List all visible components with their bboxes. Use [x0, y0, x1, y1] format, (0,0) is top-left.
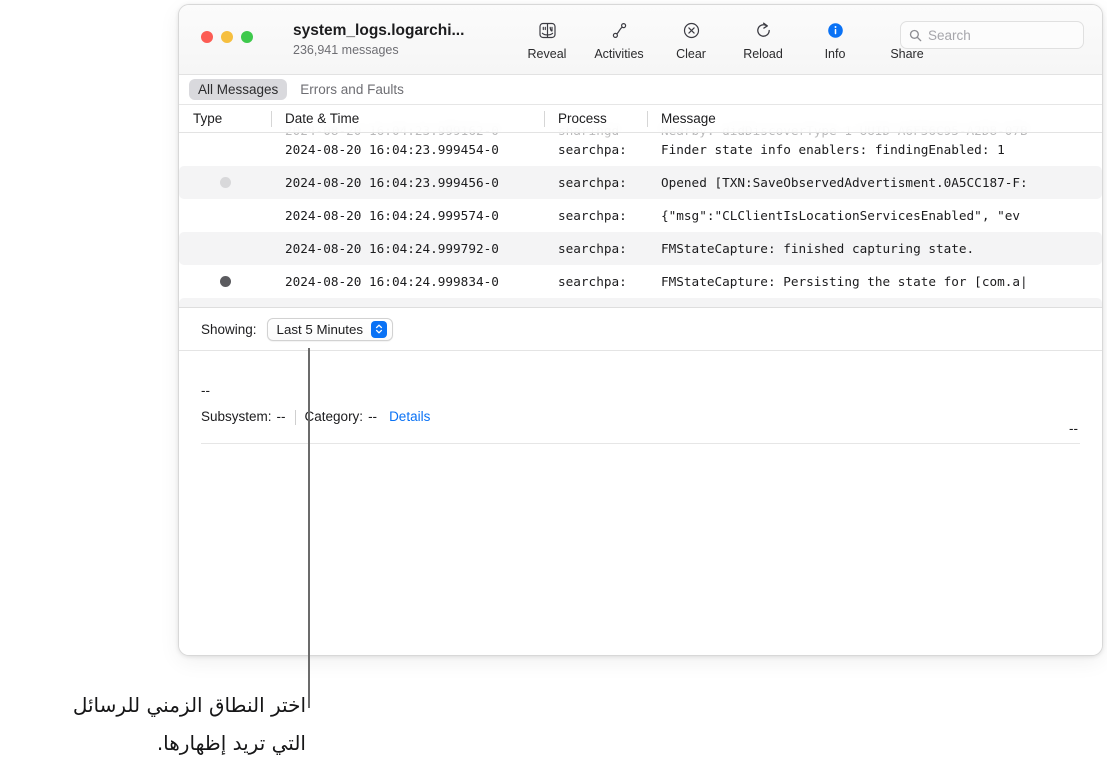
datetime-cell: 2024-08-20 16:04:24.999834-0: [285, 274, 499, 289]
type-dot-dark: [219, 276, 231, 287]
detail-metadata: Subsystem: -- Category: -- Details: [179, 407, 1102, 427]
traffic-lights: [201, 31, 253, 43]
datetime-cell: 2024-08-20 16:04:23.999456-0: [285, 175, 499, 190]
activities-path-icon: [610, 17, 629, 43]
info-button[interactable]: Info: [799, 17, 871, 62]
detail-category-value: --: [368, 409, 378, 424]
clear-button[interactable]: Clear: [655, 17, 727, 62]
message-count: 236,941 messages: [293, 43, 399, 57]
message-filter-tabs: All Messages Errors and Faults: [179, 75, 1102, 105]
column-header-message[interactable]: Message: [647, 105, 1102, 133]
datetime-cell: 2024-08-20 16:04:24.999792-0: [285, 241, 499, 256]
reveal-button[interactable]: Reveal: [511, 17, 583, 62]
callout-caption-line2: التي تريد إظهارها.: [156, 731, 306, 755]
callout-caption-line1: اختر النطاق الزمني للرسائل: [72, 693, 306, 717]
activities-label: Activities: [594, 47, 644, 61]
time-range-value: Last 5 Minutes: [276, 321, 364, 337]
message-cell: Finder state info enablers: findingEnabl…: [661, 142, 1005, 157]
metadata-divider: [294, 409, 296, 425]
detail-subsystem-value: --: [276, 409, 286, 424]
detail-pane: -- Subsystem: -- Category: -- Details --: [179, 351, 1102, 655]
detail-subsystem-label: Subsystem:: [201, 409, 272, 424]
message-cell: FMStateCapture: finished capturing state…: [661, 241, 975, 256]
table-row[interactable]: 2024-08-20 16:04:24.999834-0 searchpa: F…: [179, 265, 1102, 298]
showing-bar: Showing: Last 5 Minutes: [179, 307, 1102, 351]
reload-button[interactable]: Reload: [727, 17, 799, 62]
minimize-button[interactable]: [221, 31, 233, 43]
table-row[interactable]: 2024-08-20 16:04:24.999792-0 searchpa: F…: [179, 232, 1102, 265]
reveal-label: Reveal: [527, 47, 567, 61]
type-cell: [179, 276, 271, 287]
time-range-popup-button[interactable]: Last 5 Minutes: [266, 317, 394, 341]
tab-errors-and-faults[interactable]: Errors and Faults: [291, 79, 413, 100]
finder-icon: [538, 17, 557, 43]
document-title-block: system_logs.logarchi... 236,941 messages: [293, 21, 513, 59]
close-button[interactable]: [201, 31, 213, 43]
toolbar-buttons: Reveal Activities Clear Reload Info Shar…: [511, 17, 943, 62]
search-icon: [909, 29, 922, 42]
process-cell: searchpa:: [558, 208, 627, 223]
detail-right-value: --: [1069, 421, 1078, 436]
clear-circle-x-icon: [682, 17, 701, 43]
table-row[interactable]: 2024-08-20 16:04:24.999574-0 searchpa: {…: [179, 199, 1102, 232]
page-title: system_logs.logarchi...: [293, 22, 465, 39]
maximize-button[interactable]: [241, 31, 253, 43]
datetime-cell: 2024-08-20 16:04:24.999574-0: [285, 208, 499, 223]
process-cell: searchpa:: [558, 241, 627, 256]
tab-all-messages[interactable]: All Messages: [189, 79, 288, 100]
showing-label: Showing:: [201, 321, 257, 337]
callout-caption: اختر النطاق الزمني للرسائل التي تريد إظه…: [0, 686, 306, 762]
info-label: Info: [824, 47, 846, 61]
console-window: system_logs.logarchi... 236,941 messages…: [178, 4, 1103, 656]
detail-message: --: [201, 383, 210, 398]
message-cell: {"msg":"CLClientIsLocationServicesEnable…: [661, 208, 1021, 223]
search-input[interactable]: Search: [900, 21, 1084, 49]
column-header-type[interactable]: Type: [179, 105, 271, 133]
type-cell: [179, 177, 271, 188]
detail-category-label: Category:: [304, 409, 364, 424]
activities-button[interactable]: Activities: [583, 17, 655, 62]
message-cell: FMStateCapture: Persisting the state for…: [661, 274, 1028, 289]
process-cell: searchpa:: [558, 142, 627, 157]
process-cell: searchpa:: [558, 175, 627, 190]
table-row[interactable]: 2024-08-20 16:04:23.999454-0 searchpa: F…: [179, 133, 1102, 166]
share-label: Share: [890, 47, 924, 61]
column-header-datetime[interactable]: Date & Time: [271, 105, 544, 133]
datetime-cell: 2024-08-20 16:04:23.999454-0: [285, 142, 499, 157]
callout-leader-line: [308, 348, 310, 708]
window-toolbar: system_logs.logarchi... 236,941 messages…: [179, 5, 1102, 75]
table-header-row: Type Date & Time Process Message: [179, 105, 1102, 133]
column-header-process[interactable]: Process: [544, 105, 647, 133]
type-dot-light: [219, 177, 231, 188]
clear-label: Clear: [676, 47, 706, 61]
search-placeholder: Search: [928, 27, 971, 43]
table-row[interactable]: [179, 298, 1102, 307]
log-table: 2024-08-20 16:04:23.999162-0 sharingd Ne…: [179, 105, 1102, 307]
table-body: 2024-08-20 16:04:23.999454-0 searchpa: F…: [179, 133, 1102, 307]
message-cell: Opened [TXN:SaveObservedAdvertisment.0A5…: [661, 175, 1028, 190]
chevron-updown-icon: [371, 320, 388, 338]
reload-label: Reload: [743, 47, 783, 61]
reload-arrow-icon: [754, 17, 773, 43]
info-circle-icon: [826, 17, 845, 43]
process-cell: searchpa:: [558, 274, 627, 289]
detail-divider: [201, 443, 1080, 444]
table-row[interactable]: 2024-08-20 16:04:23.999456-0 searchpa: O…: [179, 166, 1102, 199]
details-link[interactable]: Details: [389, 407, 430, 427]
